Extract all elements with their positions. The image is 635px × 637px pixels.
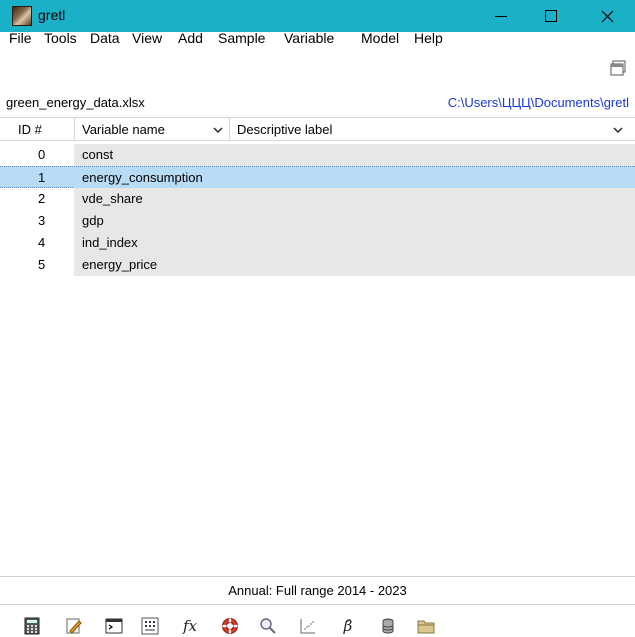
scatterplot-icon[interactable] [298,616,318,636]
matrix-icon[interactable] [140,616,160,636]
beta-hat-icon[interactable]: β̂ [338,616,358,636]
calculator-icon[interactable] [22,616,42,636]
gretl-app-icon [12,6,32,26]
dataset-filename: green_energy_data.xlsx [6,95,145,110]
menu-view[interactable]: View [132,30,162,46]
folder-icon[interactable] [416,616,436,636]
maximize-button[interactable] [528,0,574,32]
edit-script-icon[interactable] [64,616,84,636]
variable-name: gdp [82,213,104,228]
menu-sample[interactable]: Sample [218,30,265,46]
menu-data[interactable]: Data [90,30,120,46]
variable-id: 5 [38,257,46,272]
close-button[interactable] [584,0,630,32]
minimize-icon [495,15,507,17]
sample-range-status: Annual: Full range 2014 - 2023 [228,583,407,598]
menu-add[interactable]: Add [178,30,203,46]
variable-row[interactable]: 3 gdp [0,210,635,232]
variable-row[interactable]: 4 ind_index [0,232,635,254]
lifebuoy-help-icon[interactable] [220,616,240,636]
stack-windows-icon [610,60,626,76]
variable-list[interactable]: 0 const 1 energy_consumption 2 vde_share… [0,144,635,276]
status-divider [0,604,635,605]
list-divider [0,576,635,577]
variable-name: ind_index [82,235,138,250]
terminal-icon[interactable] [104,616,124,636]
variable-row[interactable]: 0 const [0,144,635,166]
variable-row[interactable]: 5 energy_price [0,254,635,276]
minimize-button[interactable] [478,0,524,32]
window-title: gretl [38,7,66,23]
column-divider[interactable] [74,118,75,140]
variable-id: 3 [38,213,46,228]
chevron-down-icon[interactable] [212,124,224,136]
function-icon[interactable]: fx [180,616,200,636]
database-icon[interactable] [378,616,398,636]
variable-id: 4 [38,235,46,250]
column-divider[interactable] [229,118,230,140]
menu-model[interactable]: Model [361,30,399,46]
maximize-icon [545,10,557,22]
window-menu-button[interactable] [609,59,627,77]
menu-file[interactable]: File [9,30,32,46]
variable-id: 2 [38,191,46,206]
variable-name: const [82,147,114,162]
column-header-name[interactable]: Variable name [82,122,165,137]
variable-name: energy_consumption [82,170,203,185]
search-icon[interactable] [258,616,278,636]
column-header-id[interactable]: ID # [18,122,42,137]
menu-variable[interactable]: Variable [284,30,334,46]
dataset-path: C:\Users\ЦЦЦ\Documents\gretl [447,95,629,110]
variable-row[interactable]: 2 vde_share [0,188,635,210]
variable-id: 0 [38,147,46,162]
menu-help[interactable]: Help [414,30,443,46]
variable-id: 1 [38,170,46,185]
column-header-label[interactable]: Descriptive label [237,122,332,137]
close-icon [601,10,613,22]
variable-row-selected[interactable]: 1 energy_consumption [0,166,635,189]
chevron-down-icon[interactable] [612,124,624,136]
menu-tools[interactable]: Tools [44,30,77,46]
variable-name: energy_price [82,257,158,272]
variable-name: vde_share [82,191,143,206]
